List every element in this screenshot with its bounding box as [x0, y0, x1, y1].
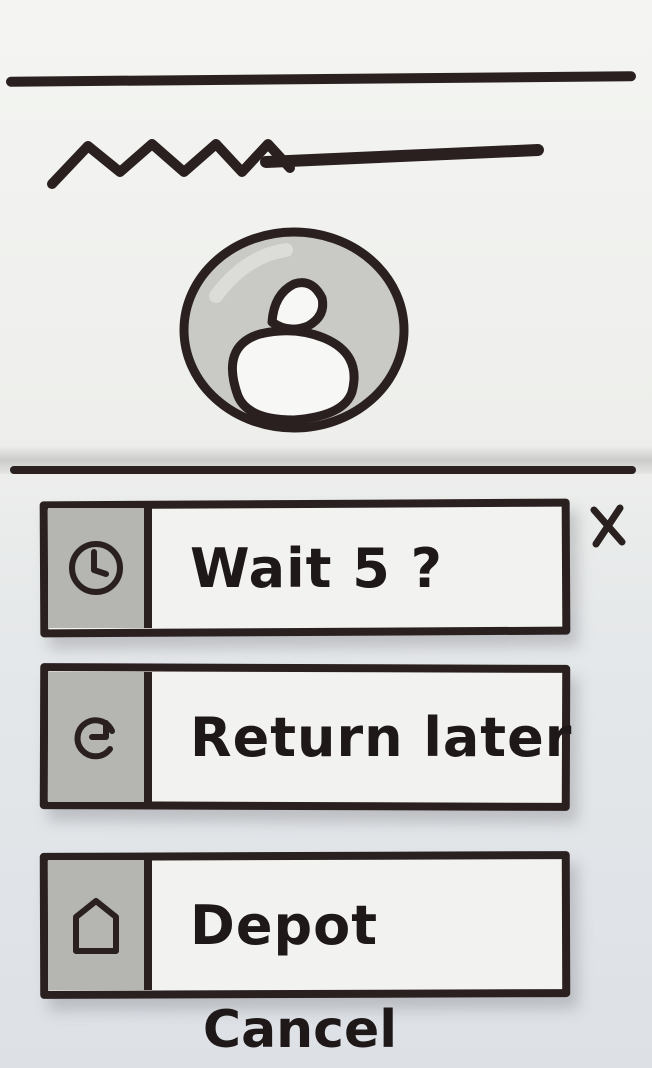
wait-label: Wait 5 ? — [190, 536, 443, 600]
depot-icon-cell — [48, 860, 152, 990]
wait-icon-cell — [48, 508, 152, 628]
wait-button[interactable]: Wait 5 ? — [39, 498, 571, 638]
section-divider — [10, 466, 636, 474]
depot-label: Depot — [190, 893, 379, 957]
return-icon — [74, 717, 115, 760]
return-later-label: Return later — [190, 705, 573, 769]
user-avatar-icon — [179, 227, 409, 433]
clock-icon — [69, 541, 123, 595]
cancel-button[interactable]: Cancel — [150, 996, 450, 1064]
title-scribble-placeholder — [47, 139, 544, 189]
depot-button[interactable]: Depot — [39, 851, 571, 999]
header-rule — [5, 71, 637, 87]
home-icon — [73, 898, 119, 954]
return-later-icon-cell — [48, 672, 152, 802]
return-later-button[interactable]: Return later — [39, 663, 573, 811]
close-icon[interactable] — [584, 500, 632, 552]
